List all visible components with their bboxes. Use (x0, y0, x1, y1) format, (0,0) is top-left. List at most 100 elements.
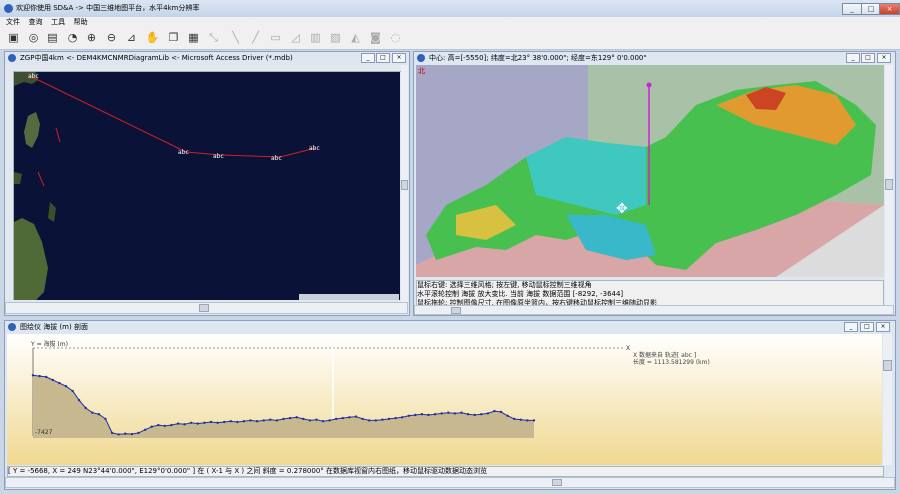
map-close-button[interactable]: × (392, 53, 406, 63)
measure-icon[interactable]: ⊿ (124, 30, 139, 45)
map-ruler-top (5, 65, 401, 72)
menu-tools[interactable]: 工具 (51, 17, 65, 27)
profile-close-button[interactable]: × (876, 322, 890, 332)
profile-point (130, 432, 134, 436)
map-vscroll[interactable] (401, 65, 408, 302)
camera-icon[interactable]: ◙ (368, 30, 383, 45)
select-icon[interactable]: ⤡ (206, 30, 221, 45)
layers-icon[interactable]: ▦ (186, 30, 201, 45)
gridline-icon[interactable]: ▥ (308, 30, 323, 45)
line-tool2-icon[interactable]: ╱ (248, 30, 263, 45)
line-tool-icon[interactable]: ╲ (228, 30, 243, 45)
profile-point (381, 418, 384, 421)
profile-point (91, 411, 94, 414)
view3d-window: 中心: 高=[-5550]; 纬度=北23° 38'0.000"; 经度=东12… (413, 51, 896, 316)
profile-point (335, 417, 338, 421)
profile-point (216, 421, 219, 424)
view3d-hscroll[interactable] (414, 305, 894, 315)
profile-point (315, 418, 318, 421)
profile-icon[interactable]: ▭ (268, 30, 283, 45)
menu-bar: 文件 查询 工具 帮助 (0, 17, 900, 27)
terrain-icon[interactable]: ◭ (348, 30, 363, 45)
profile-point (117, 433, 120, 436)
menu-help[interactable]: 帮助 (74, 17, 88, 27)
app-title: 欢迎你使用 SD&A -> 中国三维地图平台，水平4km分辨率 (16, 4, 200, 12)
view3d-status-line: 鼠标右键: 选择三维风格; 按左键, 移动鼠标控制三维视角 (417, 281, 592, 289)
binoculars-icon[interactable]: ◎ (26, 30, 41, 45)
profile-point (209, 420, 213, 424)
view3d-status-line: 水平滚轮控制 海拔 放大变比. 当前 海拔 数据范围 [-8292, -3644… (417, 290, 624, 298)
profile-point (236, 420, 239, 424)
profile-point (361, 417, 364, 421)
map-window-title: ZGP中国4km <- DEM4KMCNMRDiagramLib <- Micr… (20, 54, 293, 62)
profile-window-title: 图绘仪 海拔 (m) 剖面 (20, 323, 88, 331)
map-minimize-button[interactable]: _ (361, 53, 375, 63)
pan-icon[interactable]: ✋ (145, 30, 160, 45)
profile-point (420, 413, 424, 416)
menu-query[interactable]: 查询 (29, 17, 43, 27)
view3d-close-button[interactable]: × (877, 53, 891, 63)
profile-point (104, 417, 107, 421)
profile-point (493, 409, 496, 413)
surface-icon[interactable]: ◿ (288, 30, 303, 45)
copy-icon[interactable]: ❐ (166, 30, 181, 45)
profile-point (295, 416, 298, 419)
profile-point (532, 419, 536, 422)
y-axis-label: Y = 海拔 (m) (31, 341, 68, 348)
min-depth-label: -7427 (35, 429, 53, 436)
profile-point (513, 417, 516, 421)
profile-point (368, 419, 371, 422)
map-restore-button[interactable]: □ (376, 53, 390, 63)
view3d-vscroll[interactable] (885, 65, 893, 307)
zoom-in-icon[interactable]: ⊕ (84, 30, 99, 45)
x-axis-label: X (626, 345, 631, 352)
view3d-restore-button[interactable]: □ (861, 53, 875, 63)
profile-status-bar: [ Y = -5668, X = 249 N23°44'0.000", E129… (7, 466, 884, 477)
profile-point (190, 421, 193, 424)
mesh-icon[interactable]: ▧ (328, 30, 343, 45)
maximize-button[interactable]: □ (861, 3, 881, 15)
profile-point (354, 415, 358, 418)
open-icon[interactable]: ▣ (6, 30, 21, 45)
profile-point (407, 414, 410, 417)
profile-point (480, 413, 483, 416)
zoom-out-icon[interactable]: ⊖ (104, 30, 119, 45)
route-label: abc (178, 149, 189, 156)
profile-minimize-button[interactable]: _ (844, 322, 858, 332)
view3d-minimize-button[interactable]: _ (846, 53, 860, 63)
profile-point (374, 419, 377, 422)
map-canvas[interactable] (14, 72, 400, 300)
profile-point (176, 422, 180, 425)
view3d-window-title: 中心: 高=[-5550]; 纬度=北23° 38'0.000"; 经度=东12… (429, 54, 647, 62)
profile-point (288, 416, 292, 420)
profile-point (163, 424, 166, 428)
profile-point (203, 421, 206, 424)
gauge-icon[interactable]: ◔ (65, 30, 80, 45)
profile-point (77, 399, 81, 402)
profile-restore-button[interactable]: □ (860, 322, 874, 332)
profile-point (150, 425, 153, 428)
record-icon[interactable]: ◌ (388, 30, 403, 45)
profile-hscroll[interactable] (5, 477, 895, 488)
profile-point (58, 381, 61, 385)
terrain-3d-canvas[interactable]: ✥ (416, 65, 884, 277)
profile-point (282, 417, 285, 421)
profile-chart[interactable] (7, 334, 882, 465)
window-icon (417, 54, 425, 62)
menu-file[interactable]: 文件 (6, 17, 20, 27)
profile-point (223, 420, 226, 424)
profile-point (157, 423, 160, 427)
print-icon[interactable]: ▤ (45, 30, 60, 45)
minimize-button[interactable]: _ (842, 3, 862, 15)
map-hscroll[interactable] (5, 302, 408, 314)
profile-point (341, 416, 344, 420)
profile-point (519, 418, 522, 421)
profile-point (143, 428, 147, 431)
profile-point (440, 412, 443, 415)
close-button[interactable]: × (879, 3, 900, 15)
legend-length: 长度 = 1113.581299 (km) (633, 359, 710, 366)
profile-point (64, 385, 68, 388)
app-titlebar: 欢迎你使用 SD&A -> 中国三维地图平台，水平4km分辨率 _ □ × (0, 0, 900, 17)
profile-vscroll[interactable] (883, 334, 892, 465)
window-icon (8, 54, 16, 62)
